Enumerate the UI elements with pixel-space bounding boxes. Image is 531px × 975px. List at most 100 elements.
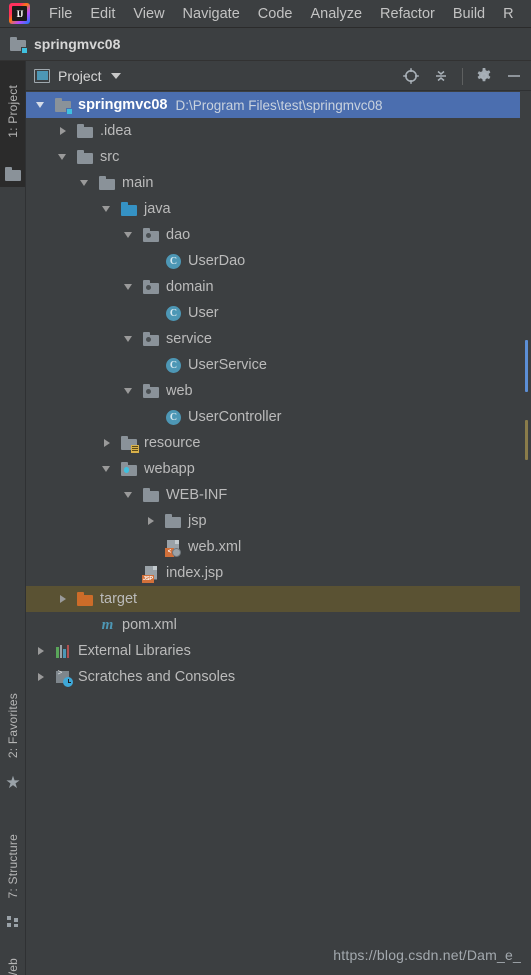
tree-row-label: WEB-INF	[166, 487, 228, 503]
menu-item-r[interactable]: R	[494, 4, 522, 24]
sidebar-item-web-label: Web	[6, 958, 20, 975]
tree-row[interactable]: webapp	[26, 456, 531, 482]
tree-row[interactable]: C User	[26, 300, 531, 326]
tree-arrow-placeholder	[144, 300, 159, 326]
tree-row-label: web	[166, 383, 193, 399]
package-icon	[143, 279, 160, 296]
scroll-from-source-icon[interactable]	[402, 67, 420, 85]
chevron-right-icon[interactable]	[56, 586, 71, 612]
chevron-down-icon[interactable]	[78, 170, 93, 196]
navigation-bar[interactable]: springmvc08	[0, 28, 531, 61]
scrollbar-marker[interactable]	[525, 340, 528, 392]
chevron-right-icon[interactable]	[34, 664, 49, 690]
scratches-icon	[55, 669, 73, 687]
java-class-icon: C	[165, 253, 182, 270]
tree-arrow-placeholder	[144, 248, 159, 274]
tree-row[interactable]: .idea	[26, 118, 531, 144]
menu-item-navigate[interactable]: Navigate	[174, 4, 249, 24]
chevron-down-icon[interactable]	[122, 326, 137, 352]
chevron-down-icon[interactable]	[100, 456, 115, 482]
tree-row[interactable]: JSP index.jsp	[26, 560, 531, 586]
scrollbar[interactable]	[520, 92, 531, 975]
tree-row-label: src	[100, 149, 120, 165]
menu-item-code[interactable]: Code	[249, 4, 302, 24]
tree-row[interactable]: jsp	[26, 508, 531, 534]
tree-row-label: index.jsp	[166, 565, 224, 581]
chevron-down-icon[interactable]	[56, 144, 71, 170]
grid-icon[interactable]	[0, 911, 26, 933]
chevron-down-icon[interactable]	[34, 92, 49, 118]
package-icon	[143, 227, 160, 244]
collapse-all-icon[interactable]	[432, 67, 450, 85]
tree-row[interactable]: Scratches and Consoles	[26, 664, 531, 690]
menu-bar: IJ File Edit View Navigate Code Analyze Refact…	[0, 0, 531, 28]
watermark: https://blog.csdn.net/Dam_e_	[333, 947, 521, 963]
chevron-down-icon[interactable]	[122, 378, 137, 404]
tree-row-label: webapp	[144, 461, 195, 477]
tree-row[interactable]: m pom.xml	[26, 612, 531, 638]
chevron-down-icon[interactable]	[122, 222, 137, 248]
tree-row-label: jsp	[188, 513, 207, 529]
sidebar-item-project-label: 1: Project	[6, 84, 20, 138]
tree-row-label: java	[144, 201, 171, 217]
menu-item-edit[interactable]: Edit	[81, 4, 124, 24]
menu-item-analyze[interactable]: Analyze	[301, 4, 371, 24]
tool-window-title[interactable]: Project	[58, 68, 102, 84]
menu-item-refactor[interactable]: Refactor	[371, 4, 444, 24]
tree-row[interactable]: domain	[26, 274, 531, 300]
tree-row-label: Scratches and Consoles	[78, 669, 236, 685]
gear-icon[interactable]	[475, 67, 493, 85]
menu-item-build[interactable]: Build	[444, 4, 494, 24]
tree-row[interactable]: target	[26, 586, 531, 612]
tree-row[interactable]: dao	[26, 222, 531, 248]
folder-icon[interactable]	[0, 161, 26, 187]
tree-row-label: springmvc08	[78, 97, 168, 113]
tree-row[interactable]: src	[26, 144, 531, 170]
sidebar-item-favorites[interactable]: 2: Favorites	[0, 681, 26, 771]
tree-row[interactable]: main	[26, 170, 531, 196]
web-root-icon	[121, 461, 138, 478]
folder-icon	[77, 149, 94, 166]
tree-row-label: .idea	[100, 123, 132, 139]
excluded-folder-icon	[77, 591, 94, 608]
tree-row[interactable]: WEB-INF	[26, 482, 531, 508]
sidebar-item-project[interactable]: 1: Project	[0, 61, 26, 161]
chevron-right-icon[interactable]	[56, 118, 71, 144]
sidebar-item-web[interactable]: Web	[0, 949, 26, 975]
chevron-down-icon[interactable]	[122, 274, 137, 300]
tree-row[interactable]: java	[26, 196, 531, 222]
tree-row[interactable]: resource	[26, 430, 531, 456]
scrollbar-marker[interactable]	[525, 420, 528, 460]
tree-row-label: UserService	[188, 357, 267, 373]
tree-row-label: User	[188, 305, 219, 321]
tree-row[interactable]: C UserController	[26, 404, 531, 430]
navbar-project-name[interactable]: springmvc08	[34, 36, 120, 52]
sidebar-item-structure[interactable]: 7: Structure	[0, 821, 26, 911]
chevron-down-icon[interactable]	[110, 72, 121, 79]
project-tree[interactable]: springmvc08 D:\Program Files\test\springm…	[26, 92, 531, 975]
tree-arrow-placeholder	[144, 352, 159, 378]
tree-arrow-placeholder	[144, 534, 159, 560]
star-icon[interactable]: ★	[0, 771, 26, 795]
tree-row[interactable]: External Libraries	[26, 638, 531, 664]
menu-item-file[interactable]: File	[40, 4, 81, 24]
tree-row[interactable]: < web.xml	[26, 534, 531, 560]
menu-item-view[interactable]: View	[124, 4, 173, 24]
tree-row[interactable]: web	[26, 378, 531, 404]
tree-row[interactable]: service	[26, 326, 531, 352]
chevron-right-icon[interactable]	[144, 508, 159, 534]
tree-row[interactable]: C UserService	[26, 352, 531, 378]
minimize-icon[interactable]	[505, 67, 523, 85]
chevron-right-icon[interactable]	[100, 430, 115, 456]
chevron-down-icon[interactable]	[100, 196, 115, 222]
tree-row-label: domain	[166, 279, 214, 295]
chevron-right-icon[interactable]	[34, 638, 49, 664]
tree-row[interactable]: C UserDao	[26, 248, 531, 274]
tree-row[interactable]: springmvc08 D:\Program Files\test\springm…	[26, 92, 531, 118]
sidebar-item-structure-label: 7: Structure	[6, 833, 20, 899]
chevron-down-icon[interactable]	[122, 482, 137, 508]
toolbar-separator	[462, 67, 463, 85]
project-tool-window: Project springmvc08 D:\Program Files\tes…	[26, 61, 531, 975]
maven-icon: m	[101, 616, 114, 633]
tree-row-path: D:\Program Files\test\springmvc08	[175, 97, 383, 113]
